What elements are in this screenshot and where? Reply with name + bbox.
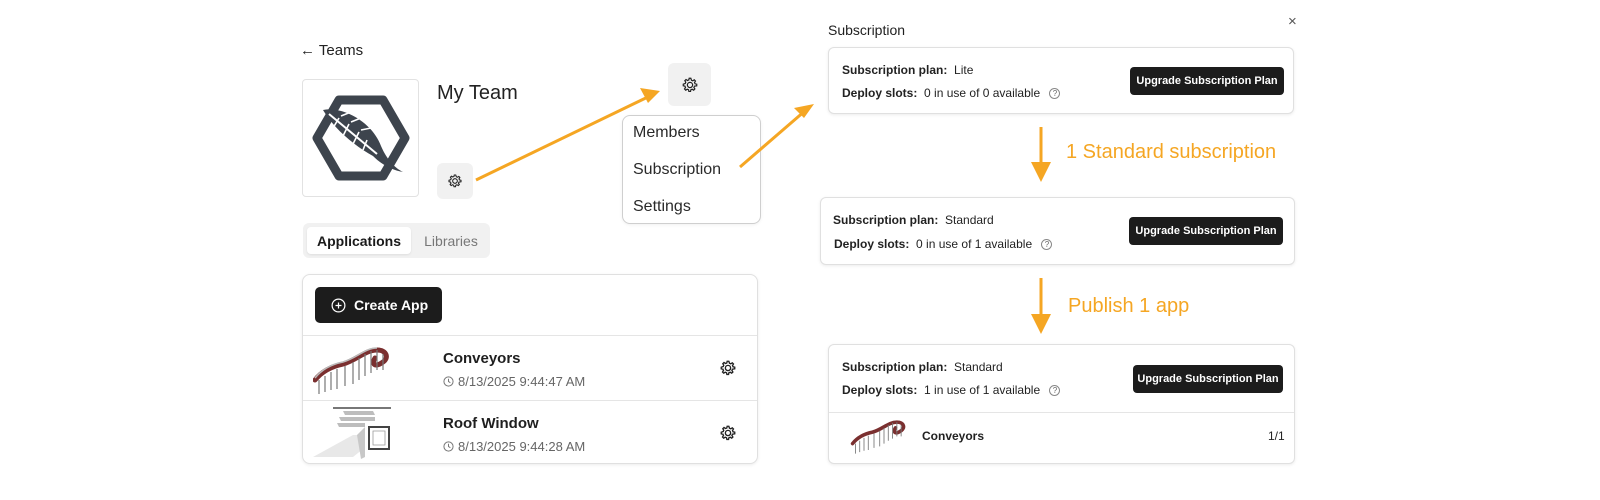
- app-date: 8/13/2025 9:44:28 AM: [443, 439, 585, 454]
- deployed-app-name: Conveyors: [922, 429, 985, 443]
- subscription-card-lite: Subscription plan: Lite Deploy slots: 0 …: [828, 47, 1294, 114]
- arrowhead: [1031, 162, 1051, 182]
- slots-label: Deploy slots:: [834, 237, 910, 251]
- conveyors-thumbnail: [850, 420, 906, 454]
- gear-icon: [448, 174, 462, 188]
- app-name: Roof Window: [443, 415, 539, 432]
- divider: [829, 412, 1294, 413]
- flow-step-label: 1 Standard subscription: [1066, 141, 1277, 163]
- plan-value: Standard: [945, 213, 994, 227]
- plan-value: Lite: [954, 63, 974, 77]
- plus-circle-icon: [331, 298, 346, 312]
- subscription-title: Subscription: [828, 22, 906, 38]
- tab-applications[interactable]: Applications: [307, 227, 411, 254]
- back-to-teams-link[interactable]: ← Teams: [300, 42, 363, 59]
- team-settings-menu: Members Subscription Settings: [622, 115, 761, 224]
- plan-row: Subscription plan: Standard: [833, 213, 994, 227]
- app-row-conveyors[interactable]: Conveyors 8/13/2025 9:44:47 AM: [303, 336, 757, 400]
- close-button[interactable]: ×: [1288, 13, 1297, 30]
- conveyors-thumbnail: [313, 347, 389, 394]
- plan-label: Subscription plan:: [842, 63, 948, 77]
- upgrade-subscription-button[interactable]: Upgrade Subscription Plan: [1133, 365, 1283, 393]
- slots-value: 0 in use of 1 available: [916, 237, 1033, 251]
- plan-label: Subscription plan:: [833, 213, 939, 227]
- clock-icon: [443, 376, 454, 387]
- flow-arrows: [475, 88, 1051, 334]
- plan-row: Subscription plan: Lite: [842, 63, 973, 77]
- slots-value: 0 in use of 0 available: [924, 86, 1041, 100]
- slots-value: 1 in use of 1 available: [924, 383, 1041, 397]
- slots-row: Deploy slots: 0 in use of 0 available ?: [842, 86, 1061, 100]
- app-date-text: 8/13/2025 9:44:47 AM: [458, 374, 586, 389]
- app-date: 8/13/2025 9:44:47 AM: [443, 374, 585, 389]
- gear-icon[interactable]: [719, 424, 737, 442]
- plan-label: Subscription plan:: [842, 360, 948, 374]
- clock-icon: [443, 441, 454, 452]
- slots-label: Deploy slots:: [842, 86, 918, 100]
- team-logo: [302, 79, 419, 197]
- app-date-text: 8/13/2025 9:44:28 AM: [458, 439, 586, 454]
- help-icon[interactable]: ?: [1049, 88, 1061, 99]
- upgrade-subscription-button[interactable]: Upgrade Subscription Plan: [1129, 217, 1283, 245]
- menu-item-settings[interactable]: Settings: [633, 198, 691, 216]
- arrowhead: [1031, 314, 1051, 334]
- arrowhead: [640, 88, 660, 103]
- upgrade-subscription-button[interactable]: Upgrade Subscription Plan: [1130, 67, 1284, 95]
- gear-icon: [682, 77, 697, 92]
- arrowhead: [794, 104, 814, 118]
- team-menu-gear-button[interactable]: [668, 63, 711, 106]
- deployed-app-usage: 1/1: [1268, 429, 1285, 443]
- create-app-button[interactable]: Create App: [315, 287, 442, 323]
- subscription-card-standard: Subscription plan: Standard Deploy slots…: [820, 197, 1295, 265]
- help-icon[interactable]: ?: [1049, 385, 1061, 396]
- help-icon[interactable]: ?: [1041, 239, 1053, 250]
- slots-row: Deploy slots: 0 in use of 1 available ?: [834, 237, 1053, 251]
- slots-label: Deploy slots:: [842, 383, 918, 397]
- feather-hexagon-logo-icon: [312, 95, 409, 181]
- team-settings-button[interactable]: [437, 163, 473, 199]
- tab-libraries[interactable]: Libraries: [415, 227, 487, 254]
- plan-value: Standard: [954, 360, 1003, 374]
- menu-item-subscription[interactable]: Subscription: [633, 161, 721, 179]
- menu-item-members[interactable]: Members: [633, 124, 700, 142]
- gear-icon[interactable]: [719, 359, 737, 377]
- slots-row: Deploy slots: 1 in use of 1 available ?: [842, 383, 1061, 397]
- app-name: Conveyors: [443, 350, 521, 367]
- app-row-roof-window[interactable]: Roof Window 8/13/2025 9:44:28 AM: [303, 401, 757, 463]
- applications-panel: Create App Conveyors 8/13/2025 9:44:47 A…: [302, 274, 758, 464]
- plan-row: Subscription plan: Standard: [842, 360, 1003, 374]
- subscription-card-deployed: Subscription plan: Standard Deploy slots…: [828, 344, 1295, 464]
- tab-bar: Applications Libraries: [303, 223, 490, 258]
- create-app-label: Create App: [354, 297, 429, 313]
- team-name: My Team: [437, 82, 518, 104]
- roof-window-thumbnail: [313, 407, 391, 459]
- flow-step-label: Publish 1 app: [1068, 295, 1190, 317]
